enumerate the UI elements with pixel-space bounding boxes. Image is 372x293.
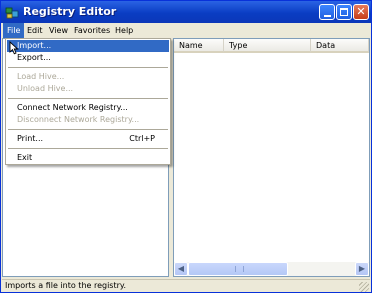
- menu-view[interactable]: View: [45, 23, 72, 38]
- close-button[interactable]: ✕: [353, 4, 369, 20]
- menu-item-import[interactable]: Import...: [7, 40, 169, 52]
- menu-separator: [8, 129, 168, 130]
- menu-item-unload-hive: Unload Hive...: [7, 83, 169, 95]
- menu-item-shortcut: Ctrl+P: [129, 134, 155, 143]
- column-header-type[interactable]: Type: [224, 39, 311, 53]
- menu-item-load-hive: Load Hive...: [7, 71, 169, 83]
- menu-item-connect-network-registry[interactable]: Connect Network Registry...: [7, 102, 169, 114]
- close-icon: ✕: [356, 5, 366, 18]
- menu-item-label: Export...: [17, 53, 51, 62]
- menu-item-label: Import...: [17, 41, 52, 50]
- menu-separator: [8, 148, 168, 149]
- scroll-right-button[interactable]: ▶: [355, 262, 369, 276]
- minimize-button[interactable]: [319, 4, 335, 20]
- column-header-name[interactable]: Name: [174, 39, 224, 53]
- menu-item-label: Disconnect Network Registry...: [17, 115, 140, 124]
- registry-editor-window: Registry Editor ✕ File Edit View Favorit…: [0, 0, 372, 293]
- maximize-icon: [340, 8, 348, 16]
- title-bar[interactable]: Registry Editor ✕: [1, 1, 371, 23]
- grip-icon: [235, 266, 244, 272]
- menu-item-exit[interactable]: Exit: [7, 152, 169, 164]
- menu-help[interactable]: Help: [111, 23, 137, 38]
- status-bar: Imports a file into the registry.: [2, 279, 370, 292]
- menu-item-print[interactable]: Print... Ctrl+P: [7, 133, 169, 145]
- arrow-left-icon: ◀: [177, 264, 185, 273]
- window-title: Registry Editor: [23, 5, 117, 18]
- menu-item-label: Load Hive...: [17, 72, 65, 81]
- maximize-button[interactable]: [336, 4, 352, 20]
- menu-item-label: Print...: [17, 134, 44, 143]
- menu-file[interactable]: File: [3, 23, 25, 38]
- minimize-icon: [324, 15, 331, 17]
- menu-favorites[interactable]: Favorites: [70, 23, 114, 38]
- menu-item-label: Connect Network Registry...: [17, 103, 128, 112]
- registry-icon: [5, 7, 19, 19]
- menu-item-label: Exit: [17, 153, 33, 162]
- mouse-pointer-icon: [9, 41, 19, 55]
- horizontal-scrollbar[interactable]: ◀ ▶: [174, 262, 369, 276]
- arrow-right-icon: ▶: [358, 264, 366, 273]
- file-menu-dropdown: Import... Export... Load Hive... Unload …: [5, 38, 171, 165]
- scrollbar-thumb[interactable]: [188, 262, 288, 276]
- value-list-pane[interactable]: Name Type Data ◀ ▶: [173, 38, 370, 277]
- menu-item-label: Unload Hive...: [17, 84, 74, 93]
- menu-edit[interactable]: Edit: [23, 23, 47, 38]
- resize-grip-icon[interactable]: [359, 282, 369, 292]
- column-header-data[interactable]: Data: [311, 39, 369, 53]
- menu-item-disconnect-network-registry: Disconnect Network Registry...: [7, 114, 169, 126]
- menu-separator: [8, 67, 168, 68]
- scroll-left-button[interactable]: ◀: [174, 262, 188, 276]
- menu-separator: [8, 98, 168, 99]
- menu-item-export[interactable]: Export...: [7, 52, 169, 64]
- menu-bar: File Edit View Favorites Help: [1, 23, 371, 38]
- status-text: Imports a file into the registry.: [5, 281, 127, 290]
